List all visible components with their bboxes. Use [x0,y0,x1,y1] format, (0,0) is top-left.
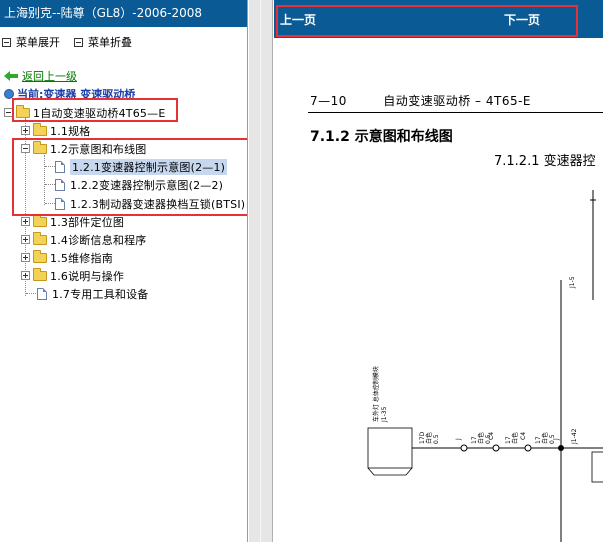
mid-pin-label: J1-42 [571,428,578,445]
wiring-schematic: 车外灯 总体控制模块 J1-35 J1-5 J1-42 17D 白色 0.5 J… [367,190,603,542]
document-icon [37,287,47,300]
folder-icon [33,122,47,136]
chapter-title: 自动变速驱动桥 – 4T65-E [383,94,532,108]
tree-line [26,293,36,294]
subsection-title: 7.1.2.1 变速器控 [494,154,596,169]
tree-node-1-5[interactable]: 1.5维修指南 [21,249,113,266]
expand-toggle-icon[interactable] [21,217,30,226]
pane-splitter[interactable] [249,0,273,542]
highlight-box-nav [276,5,578,37]
back-arrow-icon [4,71,18,81]
left-block-pin: J1-35 [381,406,388,423]
tree-node-1-4[interactable]: 1.4诊断信息和程序 [21,231,147,248]
page-number: 7—10 [310,94,347,108]
connector-label: C4 [488,432,495,440]
header-rule [308,112,603,113]
folder-icon [33,231,47,245]
component-outline [367,467,413,476]
tree-node-1-6[interactable]: 1.6说明与操作 [21,267,124,284]
tree-node-1-7[interactable]: 1.7专用工具和设备 [37,285,149,302]
wire-num: 17 [535,436,542,444]
expand-icon [2,37,11,47]
navigation-pane: 上海别克--陆尊（GL8）-2006-2008 菜单展开 菜单折叠 返回上一级 … [0,0,248,542]
page-header: 7—10 自动变速驱动桥 – 4T65-E [310,92,531,109]
left-block-label: 车外灯 总体控制模块 [372,366,380,422]
expand-toggle-icon[interactable] [21,235,30,244]
wire-num: 17 [471,436,478,444]
collapse-menu-button[interactable]: 菜单折叠 [74,34,132,50]
connector-pin [460,444,468,452]
component-block [591,451,603,483]
collapse-icon [74,37,83,47]
wire-gauge: 0.5 [433,434,440,444]
highlight-box-root [12,98,178,122]
folder-icon [33,213,47,227]
top-pin-label: J1-5 [569,276,576,289]
wire-num: 17 [505,436,512,444]
component-block [367,427,413,469]
connector-label: J [553,438,560,441]
document-pane: 上一页 下一页 7—10 自动变速驱动桥 – 4T65-E 7.1.2 示意图和… [274,0,603,542]
window-title: 上海别克--陆尊（GL8）-2006-2008 [0,0,247,27]
tree-node-1-1[interactable]: 1.1规格 [21,122,91,139]
connector-pin [524,444,532,452]
back-link[interactable]: 返回上一级 [4,68,77,84]
folder-icon [33,267,47,281]
wire-color: 白色 [425,432,433,444]
wire-num: 17D [419,431,426,444]
wire-color: 白色 [541,432,549,444]
highlight-box-diagrams [12,138,247,216]
wire-color: 白色 [477,432,485,444]
expand-toggle-icon[interactable] [21,271,30,280]
expand-toggle-icon[interactable] [21,253,30,262]
connector-pin [492,444,500,452]
folder-icon [33,249,47,263]
splice-point [558,445,564,451]
wire-color: 白色 [511,432,519,444]
connector-label: C4 [520,432,527,440]
menu-toolbar: 菜单展开 菜单折叠 [2,34,132,50]
connector-label: J [455,438,462,441]
expand-menu-button[interactable]: 菜单展开 [2,34,60,50]
expand-toggle-icon[interactable] [21,126,30,135]
section-title: 7.1.2 示意图和布线图 [310,129,453,145]
